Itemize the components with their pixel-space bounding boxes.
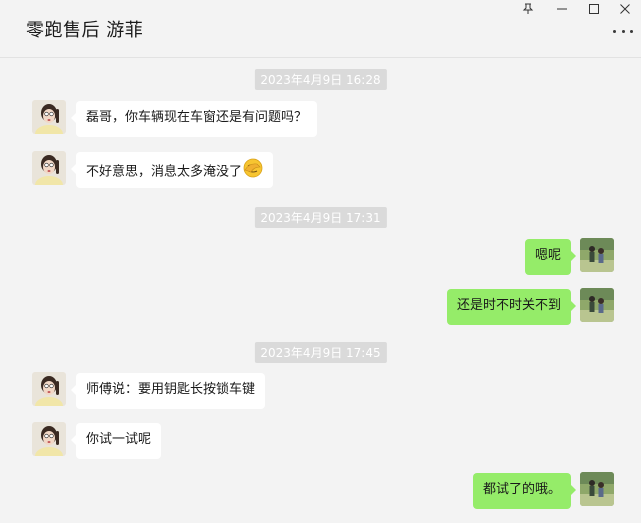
avatar[interactable] — [32, 372, 66, 406]
timestamp: 2023年4月9日 16:28 — [254, 69, 387, 90]
avatar[interactable] — [580, 238, 614, 272]
avatar[interactable] — [32, 151, 66, 185]
pin-icon[interactable] — [512, 0, 544, 18]
received-message[interactable]: 不好意思，消息太多淹没了 — [70, 152, 274, 188]
received-message[interactable]: 师傅说：要用钥匙长按锁车键 — [70, 373, 266, 409]
chat-title: 零跑售后 游菲 — [26, 20, 144, 41]
timestamp: 2023年4月9日 17:31 — [254, 207, 387, 228]
close-icon[interactable] — [609, 0, 641, 18]
received-message[interactable]: 磊哥，你车辆现在车窗还是有问题吗？ — [70, 101, 318, 137]
avatar[interactable] — [32, 100, 66, 134]
timestamp: 2023年4月9日 17:45 — [254, 342, 387, 363]
received-message[interactable]: 你试一试呢 — [70, 423, 162, 459]
chat-area[interactable]: 2023年4月9日 16:28 磊哥，你车辆现在车窗还是有问题吗？ 不好意思，消… — [0, 58, 641, 523]
sent-message[interactable]: 还是时不时关不到 — [446, 289, 577, 325]
maximize-icon[interactable] — [578, 0, 610, 18]
avatar[interactable] — [580, 472, 614, 506]
title-bar: 零跑售后 游菲 — [0, 0, 641, 58]
message-text: 不好意思，消息太多淹没了 — [86, 164, 243, 180]
avatar[interactable] — [32, 422, 66, 456]
sent-message[interactable]: 嗯呢 — [524, 239, 577, 275]
sent-message[interactable]: 都试了的哦。 — [472, 473, 577, 509]
minimize-icon[interactable] — [546, 0, 578, 18]
more-dots-icon[interactable] — [613, 22, 633, 40]
avatar[interactable] — [580, 288, 614, 322]
facepalm-emoji-icon — [243, 158, 263, 184]
